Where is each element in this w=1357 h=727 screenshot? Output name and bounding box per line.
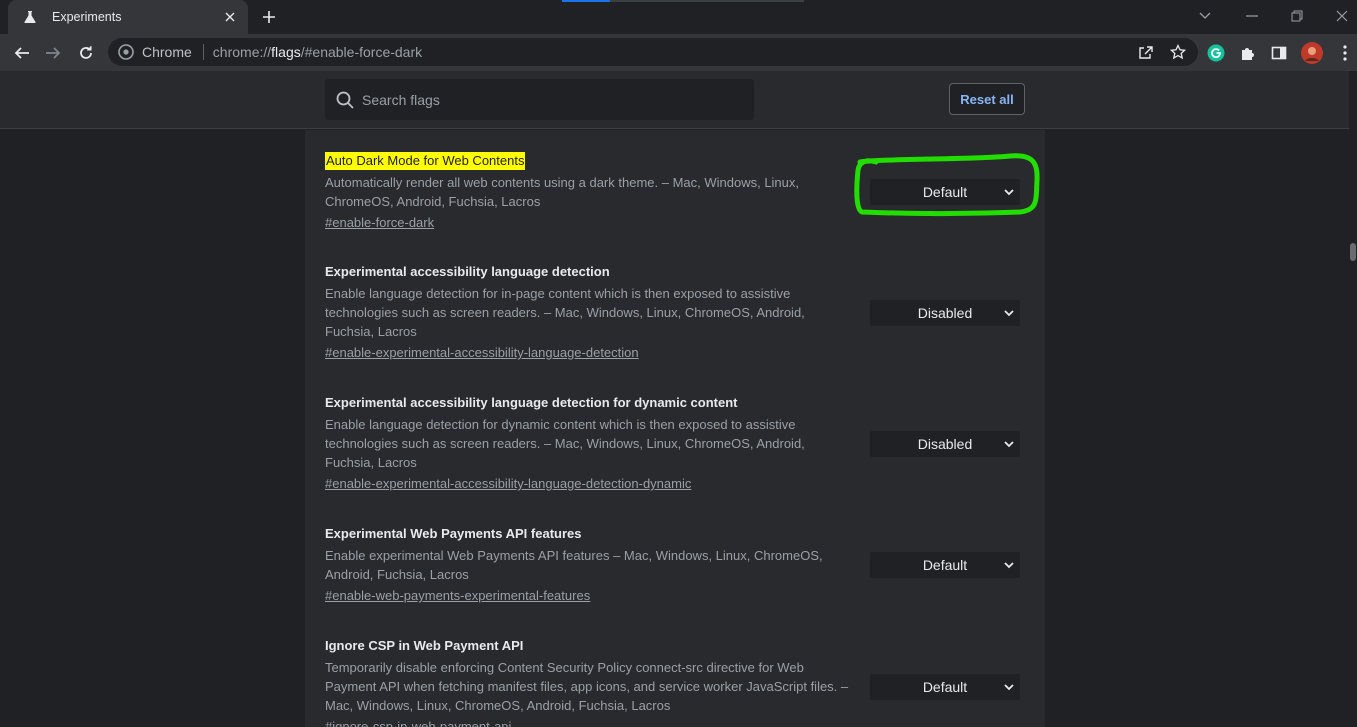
scrollbar-thumb[interactable] (1350, 243, 1356, 261)
flask-icon (22, 9, 38, 25)
chrome-logo-icon (118, 44, 134, 60)
flag-title: Experimental Web Payments API features (325, 526, 582, 541)
extensions-puzzle-icon[interactable] (1235, 40, 1261, 66)
browser-toolbar: Chrome chrome://flags/#enable-force-dark (0, 34, 1357, 71)
flag-state-value: Default (922, 557, 968, 573)
flag-item: Experimental accessibility language dete… (325, 394, 1025, 493)
flag-description: Enable language detection for in-page co… (325, 286, 805, 339)
flag-state-select[interactable]: Default (870, 552, 1020, 578)
reload-icon[interactable] (73, 40, 99, 66)
new-tab-button[interactable] (259, 7, 279, 27)
close-icon[interactable] (222, 9, 238, 25)
forward-arrow-icon[interactable] (40, 40, 66, 66)
flag-title: Ignore CSP in Web Payment API (325, 638, 524, 653)
flag-state-value: Default (922, 679, 968, 695)
flag-permalink[interactable]: #enable-web-payments-experimental-featur… (325, 586, 1025, 605)
flags-search-header: Search flags Reset all (0, 71, 1349, 129)
tab-search-strip (562, 0, 804, 2)
flag-state-select[interactable]: Disabled (870, 300, 1020, 326)
flag-permalink[interactable]: #enable-experimental-accessibility-langu… (325, 343, 1025, 362)
omnibox-site-label: Chrome (142, 44, 192, 60)
annotation-highlight-outline (854, 153, 1040, 216)
reset-all-button[interactable]: Reset all (949, 83, 1025, 115)
omnibox-site-chip[interactable]: Chrome (118, 44, 192, 60)
tab-search-icon[interactable] (1194, 5, 1216, 27)
flag-title: Experimental accessibility language dete… (325, 395, 738, 410)
tab-experiments[interactable]: Experiments (8, 0, 248, 34)
chevron-down-icon (1004, 310, 1014, 317)
more-menu-icon[interactable] (1332, 40, 1357, 66)
flag-title: Experimental accessibility language dete… (325, 264, 610, 279)
flag-state-value: Disabled (917, 305, 973, 321)
flag-item: Ignore CSP in Web Payment API Temporaril… (325, 637, 1025, 727)
flag-description: Automatically render all web contents us… (325, 175, 800, 209)
flag-state-value: Disabled (917, 436, 973, 452)
address-bar[interactable]: Chrome chrome://flags/#enable-force-dark (108, 38, 1198, 66)
flag-description: Temporarily disable enforcing Content Se… (325, 660, 849, 713)
flag-permalink[interactable]: #ignore-csp-in-web-payment-api (325, 717, 1025, 727)
search-icon (336, 91, 354, 109)
flag-description: Enable language detection for dynamic co… (325, 417, 805, 470)
flag-state-select[interactable]: Disabled (870, 431, 1020, 457)
tab-title: Experiments (52, 10, 122, 24)
flag-state-select[interactable]: Default (870, 674, 1020, 700)
flag-item: Experimental Web Payments API features E… (325, 525, 1025, 605)
grammarly-extension-icon[interactable] (1203, 40, 1229, 66)
omnibox-separator (202, 44, 204, 60)
omnibox-url: chrome://flags/#enable-force-dark (212, 44, 423, 60)
chevron-down-icon (1004, 441, 1014, 448)
side-panel-icon[interactable] (1266, 40, 1292, 66)
flag-item: Experimental accessibility language dete… (325, 263, 1025, 362)
back-arrow-icon[interactable] (9, 40, 35, 66)
minimize-icon[interactable] (1241, 5, 1263, 27)
search-placeholder: Search flags (362, 91, 440, 108)
restore-icon[interactable] (1286, 5, 1308, 27)
profile-avatar[interactable] (1299, 40, 1325, 66)
chevron-down-icon (1004, 562, 1014, 569)
bookmark-star-icon[interactable] (1166, 40, 1190, 64)
search-flags-input[interactable]: Search flags (325, 79, 754, 120)
close-window-icon[interactable] (1331, 5, 1353, 27)
tab-strip: Experiments (0, 0, 1357, 34)
flag-permalink[interactable]: #enable-experimental-accessibility-langu… (325, 474, 1025, 493)
flag-title: Auto Dark Mode for Web Contents (325, 152, 526, 170)
page-scrollbar[interactable] (1349, 71, 1357, 727)
chevron-down-icon (1004, 684, 1014, 691)
share-icon[interactable] (1134, 40, 1158, 64)
flag-description: Enable experimental Web Payments API fea… (325, 548, 823, 582)
